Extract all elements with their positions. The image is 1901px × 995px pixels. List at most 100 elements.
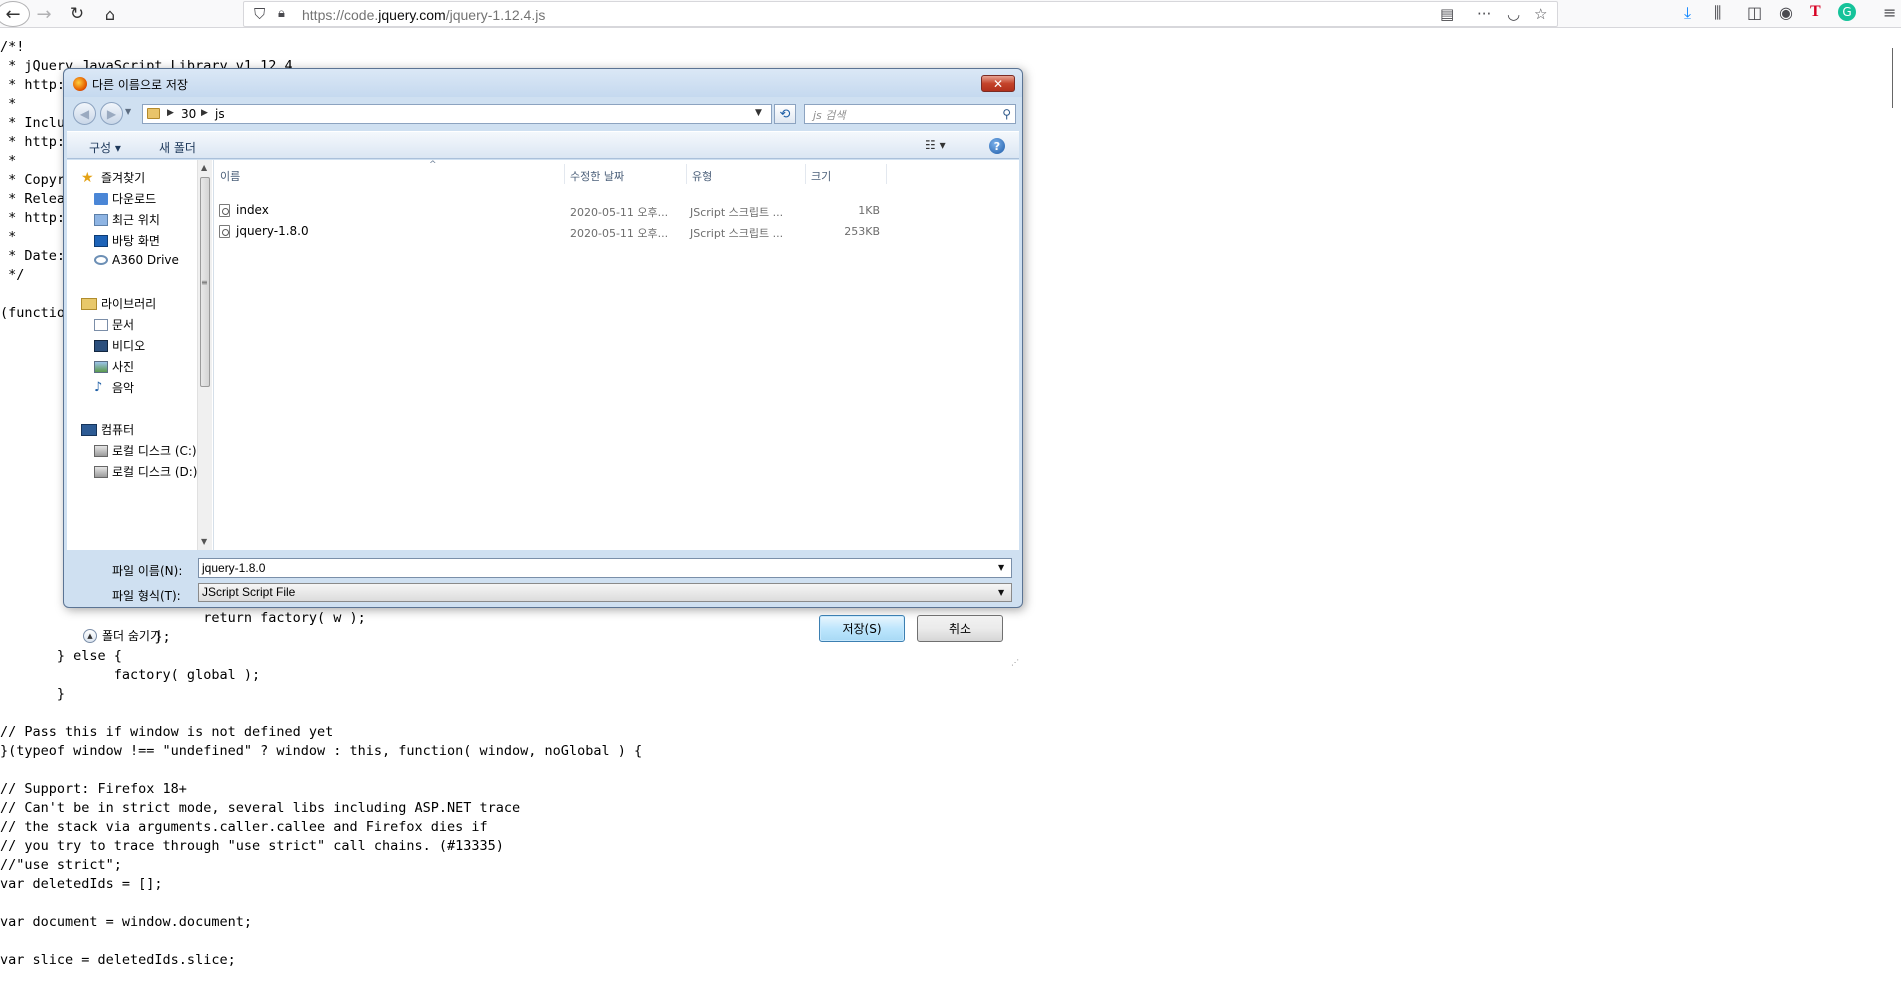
file-type-label: 파일 형식(T): <box>112 589 181 603</box>
chevron-right-icon[interactable]: ▶ <box>167 108 174 118</box>
command-bar: 구성 ▾ 새 폴더 ☷ ▾ ? <box>67 131 1019 159</box>
column-divider[interactable] <box>805 164 806 184</box>
file-name: index <box>236 203 269 217</box>
file-row[interactable]: jquery-1.8.0 2020-05-11 오후... JScript 스크… <box>214 222 880 242</box>
nav-downloads[interactable]: 다운로드 <box>94 190 156 207</box>
nav-videos[interactable]: 비디오 <box>94 337 145 354</box>
a360-drive-icon <box>94 255 108 265</box>
nav-forward-button[interactable]: ▶ <box>100 102 123 125</box>
nav-drive-d[interactable]: 로컬 디스크 (D:) <box>94 463 197 480</box>
arrow-left-icon[interactable]: ← <box>0 1 30 27</box>
chevron-down-icon[interactable]: ▼ <box>998 588 1004 597</box>
nav-label: 바탕 화면 <box>112 234 160 248</box>
file-row[interactable]: index 2020-05-11 오후... JScript 스크립트 ... … <box>214 201 880 221</box>
code-line: } <box>0 686 66 702</box>
nav-label: 사진 <box>112 360 135 374</box>
nav-label: 컴퓨터 <box>101 423 135 437</box>
code-line: * Copyr <box>0 172 66 188</box>
nav-libraries[interactable]: 라이브러리 <box>81 295 156 312</box>
extension-t-icon[interactable]: T <box>1810 3 1821 21</box>
column-header-type[interactable]: 유형 <box>692 168 712 184</box>
column-header-size[interactable]: 크기 <box>811 168 831 184</box>
column-header-modified[interactable]: 수정한 날짜 <box>570 168 624 184</box>
nav-drive-c[interactable]: 로컬 디스크 (C:) <box>94 442 197 459</box>
file-type-select[interactable]: JScript Script File <box>198 583 1012 602</box>
nav-desktop[interactable]: 바탕 화면 <box>94 232 160 249</box>
search-icon[interactable]: ⚲ <box>1002 107 1011 121</box>
scroll-down-icon[interactable]: ▼ <box>201 537 207 546</box>
nav-pane-scrollbar[interactable]: ▲ ≡ ▼ <box>197 160 212 550</box>
dialog-footer: ▲ 폴더 숨기기 저장(S) 취소 ⋰ <box>67 614 1019 670</box>
grip-icon: ≡ <box>201 278 208 287</box>
library-icon[interactable]: ⫼ <box>1714 3 1721 23</box>
downloads-folder-icon <box>94 192 108 205</box>
reload-icon[interactable]: ↻ <box>63 2 91 26</box>
code-line: (functio <box>0 305 66 321</box>
browser-toolbar: ← → ↻ ⌂ ⛉ 🔒︎ https://code.jquery.com/jqu… <box>0 0 1901 28</box>
code-line: * Relea <box>0 191 66 207</box>
download-icon[interactable]: ⤓ <box>1684 3 1691 23</box>
hamburger-menu-icon[interactable]: ≡ <box>1883 3 1896 22</box>
nav-music[interactable]: ♪ 음악 <box>94 379 134 396</box>
organize-button[interactable]: 구성 ▾ <box>89 139 121 156</box>
pocket-icon[interactable]: ◡ <box>1507 5 1520 23</box>
nav-label: 즐겨찾기 <box>101 171 146 185</box>
chevron-down-icon[interactable]: ▼ <box>755 108 762 118</box>
url-text[interactable]: https://code.jquery.com/jquery-1.12.4.js <box>302 7 545 23</box>
chevron-down-icon[interactable]: ▼ <box>998 563 1004 572</box>
nav-pictures[interactable]: 사진 <box>94 358 134 375</box>
arrow-right-icon[interactable]: → <box>30 2 58 26</box>
code-line: // the stack via arguments.caller.callee… <box>0 819 488 835</box>
home-icon[interactable]: ⌂ <box>96 2 124 26</box>
column-divider[interactable] <box>686 164 687 184</box>
grammarly-icon[interactable]: G <box>1838 3 1856 21</box>
nav-documents[interactable]: 문서 <box>94 316 134 333</box>
help-icon[interactable]: ? <box>989 138 1005 154</box>
close-icon[interactable]: ✕ <box>981 75 1015 92</box>
url-bar[interactable]: ⛉ 🔒︎ https://code.jquery.com/jquery-1.12… <box>243 1 1558 27</box>
resize-grip-icon[interactable]: ⋰ <box>1011 658 1019 667</box>
nav-label: 로컬 디스크 (C:) <box>112 444 197 458</box>
nav-favorites[interactable]: ★ 즐겨찾기 <box>81 169 145 186</box>
more-icon[interactable]: ··· <box>1477 5 1491 23</box>
account-icon[interactable]: ◉ <box>1779 3 1793 22</box>
file-name-input[interactable]: jquery-1.8.0 <box>198 558 1012 578</box>
view-options-button[interactable]: ☷ ▾ <box>925 138 946 152</box>
recent-pages-chevron-icon[interactable]: ▼ <box>125 107 131 116</box>
hide-folders-button[interactable]: ▲ 폴더 숨기기 <box>83 627 161 644</box>
code-line: var deletedIds = []; <box>0 876 163 892</box>
nav-back-button[interactable]: ◀ <box>73 102 96 125</box>
code-line: // Support: Firefox 18+ <box>0 781 187 797</box>
reader-view-icon[interactable]: ▤ <box>1440 5 1454 23</box>
chevron-right-icon[interactable]: ▶ <box>201 108 208 118</box>
dialog-titlebar[interactable]: 다른 이름으로 저장 ✕ <box>64 69 1022 97</box>
code-line: */ <box>0 267 25 283</box>
code-line: * Date: <box>0 248 66 264</box>
column-divider[interactable] <box>564 164 565 184</box>
code-line: // you try to trace through "use strict"… <box>0 838 504 854</box>
lock-icon[interactable]: 🔒︎ <box>278 6 285 21</box>
breadcrumb-segment[interactable]: 30 <box>181 107 196 121</box>
save-button[interactable]: 저장(S) <box>819 615 905 642</box>
file-name-label: 파일 이름(N): <box>112 564 183 578</box>
code-line: //"use strict"; <box>0 857 122 873</box>
nav-a360[interactable]: A360 Drive <box>94 253 179 267</box>
address-bar[interactable]: ▶ 30 ▶ js ▼ <box>142 104 772 124</box>
cancel-button[interactable]: 취소 <box>917 615 1003 642</box>
column-header-name[interactable]: 이름 <box>220 168 240 184</box>
breadcrumb-segment[interactable]: js <box>215 107 225 121</box>
search-input[interactable]: js 검색 ⚲ <box>804 104 1016 124</box>
scroll-up-icon[interactable]: ▲ <box>201 163 207 172</box>
nav-recent[interactable]: 최근 위치 <box>94 211 160 228</box>
refresh-icon[interactable]: ⟲ <box>774 104 796 124</box>
drive-icon <box>94 444 108 457</box>
column-divider[interactable] <box>886 164 887 184</box>
star-icon[interactable]: ☆ <box>1534 5 1547 23</box>
sidebar-icon[interactable]: ◫ <box>1747 3 1762 22</box>
shield-icon[interactable]: ⛉ <box>254 5 265 23</box>
chevron-up-icon: ▲ <box>83 628 97 643</box>
scrollbar-thumb[interactable] <box>1892 48 1899 108</box>
page-scrollbar[interactable] <box>1890 28 1901 995</box>
new-folder-button[interactable]: 새 폴더 <box>159 139 196 156</box>
nav-computer[interactable]: 컴퓨터 <box>81 421 134 438</box>
